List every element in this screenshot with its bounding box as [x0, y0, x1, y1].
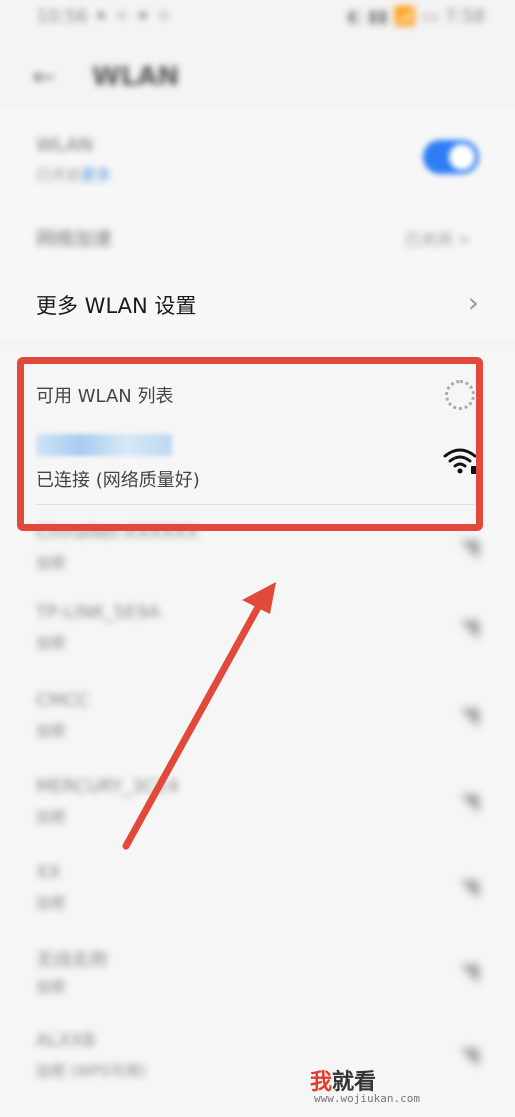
network-security: 加密 — [36, 634, 67, 652]
network-name: MERCURY_3C24 — [36, 776, 179, 797]
wifi-locked-icon: ◥ — [460, 1042, 479, 1070]
network-security: 加密 — [36, 808, 67, 826]
highlight-box — [17, 357, 483, 531]
watermark-url: www.wojiukan.com — [314, 1092, 420, 1105]
list-item[interactable]: TP-LINK_5E9A 加密 ◥ — [36, 602, 479, 662]
network-security: 加密 (WPS可用) — [36, 1062, 146, 1080]
more-wlan-settings-row[interactable]: 更多 WLAN 设置 › — [0, 272, 515, 338]
wifi-locked-icon: ◥ — [460, 614, 479, 642]
status-time: 10:56 ✦ ✧ ✦ ✧ — [36, 6, 172, 27]
wlan-toggle-sublabel: 已开启更多 — [36, 164, 479, 185]
network-name: XX — [36, 862, 61, 883]
network-security: 加密 — [36, 722, 67, 740]
list-item[interactable]: MERCURY_3C24 加密 ◥ — [36, 776, 479, 836]
back-arrow-icon[interactable]: ← — [32, 60, 55, 93]
network-name: TP-LINK_5E9A — [36, 602, 161, 623]
status-bar: 10:56 ✦ ✧ ✦ ✧ ◐ ▮▮ 📶 ▭ 7:58 — [0, 0, 515, 40]
wlan-more-link[interactable]: 更多 — [81, 166, 111, 184]
network-security: 加密 — [36, 978, 67, 996]
list-item[interactable]: 无线名称 加密 ◥ — [36, 946, 479, 1006]
more-wlan-settings-label: 更多 WLAN 设置 — [36, 294, 197, 318]
chevron-right-icon: › — [467, 286, 479, 319]
watermark-logo: 我就看 www.wojiukan.com — [310, 1064, 420, 1114]
list-item[interactable]: XX 加密 ◥ — [36, 862, 479, 922]
status-icons: ◐ ▮▮ 📶 ▭ 7:58 — [346, 6, 485, 27]
network-security: 加密 — [36, 554, 67, 572]
toggle-knob — [449, 144, 475, 170]
wifi-locked-icon: ◥ — [460, 534, 479, 562]
wifi-locked-icon: ◥ — [460, 702, 479, 730]
wlan-toggle-label: WLAN — [36, 134, 94, 156]
network-security: 加密 — [36, 894, 67, 912]
list-item[interactable]: ChinaNet-XXXXXX 加密 ◥ — [36, 522, 479, 582]
wifi-locked-icon: ◥ — [460, 874, 479, 902]
list-item[interactable]: CMCC 加密 ◥ — [36, 690, 479, 750]
wlan-status-text: 已开启 — [36, 166, 82, 184]
network-name: ALXXB — [36, 1030, 96, 1051]
network-accel-value: 已关闭 > — [404, 230, 472, 249]
network-name: CMCC — [36, 690, 90, 711]
wifi-locked-icon: ◥ — [460, 958, 479, 986]
page-header: ← WLAN — [0, 48, 515, 108]
wifi-locked-icon: ◥ — [460, 788, 479, 816]
network-name: 无线名称 — [36, 950, 108, 971]
wlan-toggle-switch[interactable] — [423, 140, 479, 174]
page-title: WLAN — [92, 62, 180, 92]
